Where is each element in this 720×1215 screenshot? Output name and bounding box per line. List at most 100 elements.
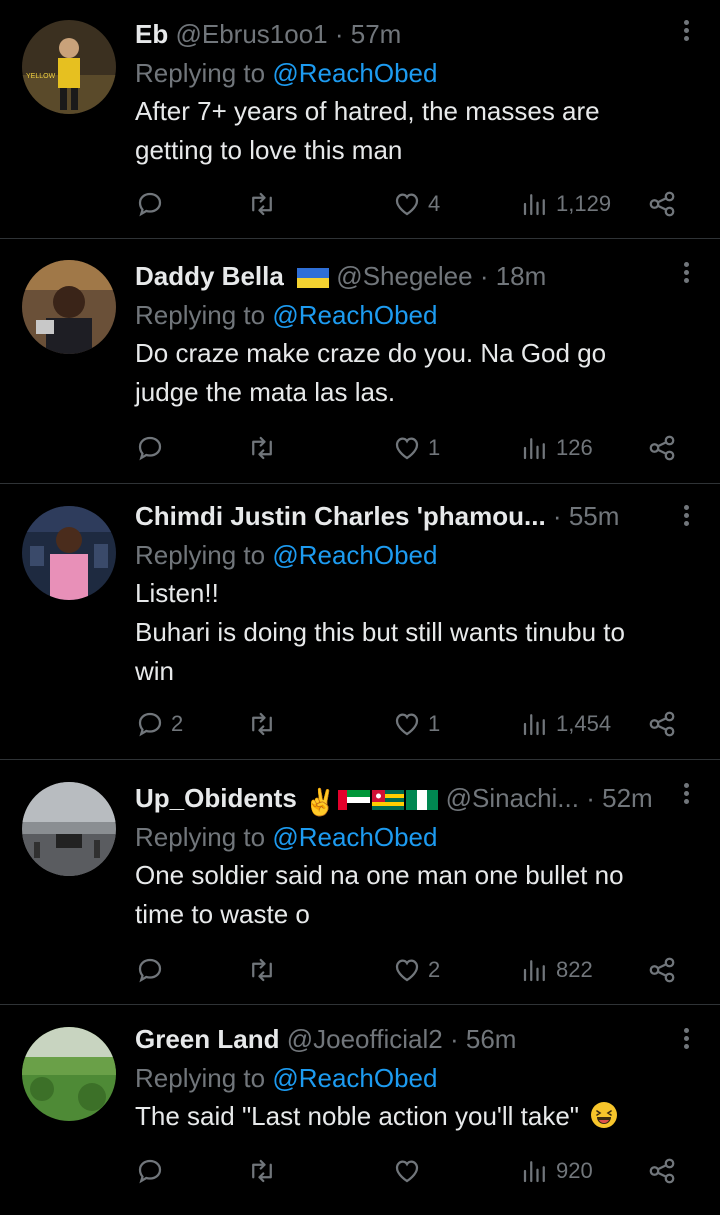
views-button[interactable]: 1,454 — [520, 704, 611, 744]
reply-icon — [138, 436, 162, 461]
display-name[interactable]: Up_Obidents — [135, 783, 297, 813]
reply-button[interactable] — [135, 184, 171, 224]
view-count: 920 — [556, 1158, 593, 1183]
reply-tweet[interactable]: Daddy Bella @Shegelee · 18m Replying to … — [0, 239, 720, 484]
share-icon — [649, 191, 675, 217]
heart-icon — [395, 437, 419, 460]
timestamp[interactable]: 52m — [602, 783, 653, 813]
retweet-button[interactable] — [247, 428, 277, 468]
reply-button[interactable] — [135, 428, 171, 468]
reply-button[interactable] — [135, 950, 171, 990]
like-button[interactable]: 4 — [392, 184, 440, 224]
tweet-header: Chimdi Justin Charles 'phamou... · 55m — [135, 496, 696, 536]
share-icon — [649, 957, 675, 983]
like-count: 2 — [428, 957, 441, 982]
nigeria-flag-icon — [406, 790, 439, 810]
retweet-button[interactable] — [247, 184, 277, 224]
mention-link[interactable]: @ReachObed — [272, 540, 437, 570]
togo-flag-icon — [372, 790, 405, 810]
retweet-button[interactable] — [247, 1151, 277, 1191]
reply-tweet[interactable]: YELLOW Eb @Ebrus1oo1 · 57m Replying to @… — [0, 0, 720, 239]
more-options-icon[interactable] — [676, 17, 696, 47]
user-handle[interactable]: @Joeofficial2 — [287, 1024, 443, 1054]
user-handle[interactable]: @Ebrus1oo1 — [175, 19, 327, 49]
retweet-icon — [252, 436, 272, 460]
tweet-text: Listen!! Buhari is doing this but still … — [135, 574, 696, 691]
retweet-button[interactable] — [247, 704, 277, 744]
view-count: 822 — [556, 957, 593, 982]
view-count: 126 — [556, 435, 593, 460]
views-icon — [523, 438, 545, 460]
avatar[interactable] — [22, 260, 116, 354]
heart-icon — [395, 959, 419, 982]
more-options-icon[interactable] — [676, 502, 696, 532]
action-bar: 920 — [135, 1151, 680, 1191]
action-bar: 2 822 — [135, 950, 680, 990]
timestamp[interactable]: 57m — [351, 19, 402, 49]
user-handle[interactable]: @Shegelee — [336, 261, 472, 291]
reply-tweet[interactable]: Up_Obidents ✌ @Sinachi... · 52m Replying… — [0, 760, 720, 1005]
views-icon — [523, 714, 545, 736]
reply-tweet[interactable]: Chimdi Justin Charles 'phamou... · 55m R… — [0, 484, 720, 760]
laughing-emoji-icon — [591, 1102, 618, 1128]
like-button[interactable]: 1 — [392, 428, 440, 468]
view-count: 1,454 — [556, 711, 612, 736]
retweet-icon — [252, 192, 272, 216]
replying-label: Replying to — [135, 540, 266, 570]
reply-button[interactable] — [135, 1151, 171, 1191]
replying-label: Replying to — [135, 1063, 266, 1093]
views-button[interactable]: 1,129 — [520, 184, 611, 224]
tweet-text: After 7+ years of hatred, the masses are… — [135, 92, 696, 170]
replying-label: Replying to — [135, 58, 266, 88]
like-button[interactable]: 1 — [392, 704, 440, 744]
mention-link[interactable]: @ReachObed — [272, 1063, 437, 1093]
timestamp[interactable]: 56m — [466, 1024, 517, 1054]
display-name[interactable]: Green Land — [135, 1024, 279, 1054]
retweet-icon — [252, 712, 272, 736]
more-options-icon[interactable] — [676, 1025, 696, 1055]
timestamp[interactable]: 55m — [569, 501, 620, 531]
action-bar: 2 1 1,454 — [135, 704, 680, 744]
share-button[interactable] — [647, 184, 677, 224]
avatar[interactable] — [22, 506, 116, 600]
like-button[interactable]: 2 — [392, 950, 440, 990]
tweet-header: Eb @Ebrus1oo1 · 57m — [135, 14, 696, 54]
mention-link[interactable]: @ReachObed — [272, 822, 437, 852]
mention-link[interactable]: @ReachObed — [272, 58, 437, 88]
separator-dot: · — [334, 19, 344, 49]
user-handle[interactable]: @Sinachi... — [446, 783, 579, 813]
reply-button[interactable]: 2 — [135, 704, 183, 744]
share-button[interactable] — [647, 428, 677, 468]
avatar[interactable] — [22, 782, 116, 876]
tweet-header: Daddy Bella @Shegelee · 18m — [135, 256, 696, 296]
display-name[interactable]: Daddy Bella — [135, 261, 284, 291]
like-button[interactable] — [392, 1151, 428, 1191]
avatar[interactable] — [22, 1027, 116, 1121]
display-name[interactable]: Eb — [135, 19, 168, 49]
tweet-text-line: The said "Last noble action you'll take" — [135, 1101, 580, 1131]
reply-icon — [138, 1159, 162, 1184]
reply-tweet[interactable]: Green Land @Joeofficial2 · 56m Replying … — [0, 1005, 720, 1215]
tweet-text: One soldier said na one man one bullet n… — [135, 856, 696, 934]
retweet-icon — [252, 1159, 272, 1183]
share-button[interactable] — [647, 950, 677, 990]
display-name[interactable]: Chimdi Justin Charles 'phamou... — [135, 501, 546, 531]
replying-to: Replying to @ReachObed — [135, 296, 696, 334]
replying-to: Replying to @ReachObed — [135, 54, 696, 92]
views-button[interactable]: 920 — [520, 1151, 593, 1191]
heart-icon — [395, 1160, 419, 1183]
views-button[interactable]: 126 — [520, 428, 593, 468]
share-button[interactable] — [647, 704, 677, 744]
timestamp[interactable]: 18m — [496, 261, 547, 291]
avatar[interactable]: YELLOW — [22, 20, 116, 114]
more-options-icon[interactable] — [676, 259, 696, 289]
replying-to: Replying to @ReachObed — [135, 1059, 696, 1097]
views-button[interactable]: 822 — [520, 950, 593, 990]
more-options-icon[interactable] — [676, 780, 696, 810]
mention-link[interactable]: @ReachObed — [272, 300, 437, 330]
reply-icon — [138, 192, 162, 217]
tweet-text-line: judge the mata las las. — [135, 377, 396, 407]
share-button[interactable] — [647, 1151, 677, 1191]
tweet-text-line: getting to love this man — [135, 135, 403, 165]
retweet-button[interactable] — [247, 950, 277, 990]
